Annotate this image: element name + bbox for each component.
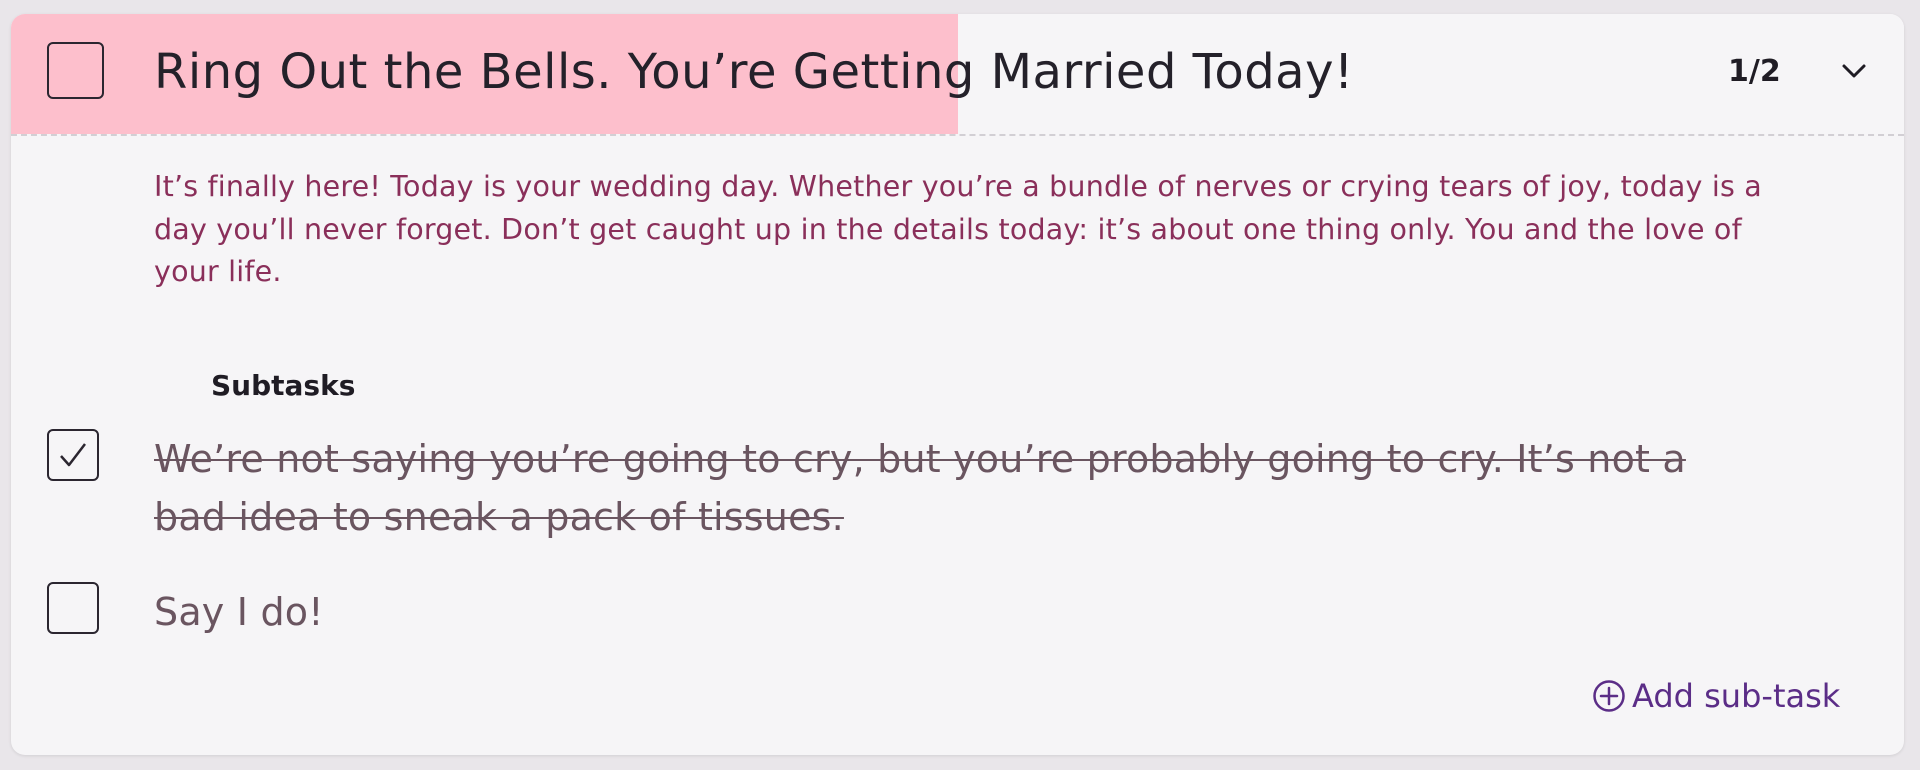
- task-card: Ring Out the Bells. You’re Getting Marri…: [11, 14, 1904, 755]
- subtask-counter: 1/2: [1728, 54, 1781, 89]
- subtask-checkbox-checked[interactable]: [47, 429, 99, 481]
- checkmark-icon: [60, 443, 86, 467]
- chevron-down-icon[interactable]: [1839, 56, 1869, 86]
- task-header[interactable]: Ring Out the Bells. You’re Getting Marri…: [11, 14, 1904, 136]
- task-checkbox[interactable]: [47, 42, 104, 99]
- task-title: Ring Out the Bells. You’re Getting Marri…: [154, 44, 1354, 100]
- add-subtask-label: Add sub-task: [1632, 677, 1841, 715]
- plus-circle-icon: [1593, 680, 1625, 712]
- add-subtask-button[interactable]: Add sub-task: [1592, 676, 1840, 716]
- subtask-checkbox-unchecked[interactable]: [47, 582, 99, 634]
- task-description: It’s finally here! Today is your wedding…: [154, 170, 1762, 288]
- subtask-item-1[interactable]: We’re not saying you’re going to cry, bu…: [154, 430, 1754, 546]
- subtasks-heading: Subtasks: [211, 369, 356, 402]
- subtask-item-2[interactable]: Say I do!: [154, 583, 324, 641]
